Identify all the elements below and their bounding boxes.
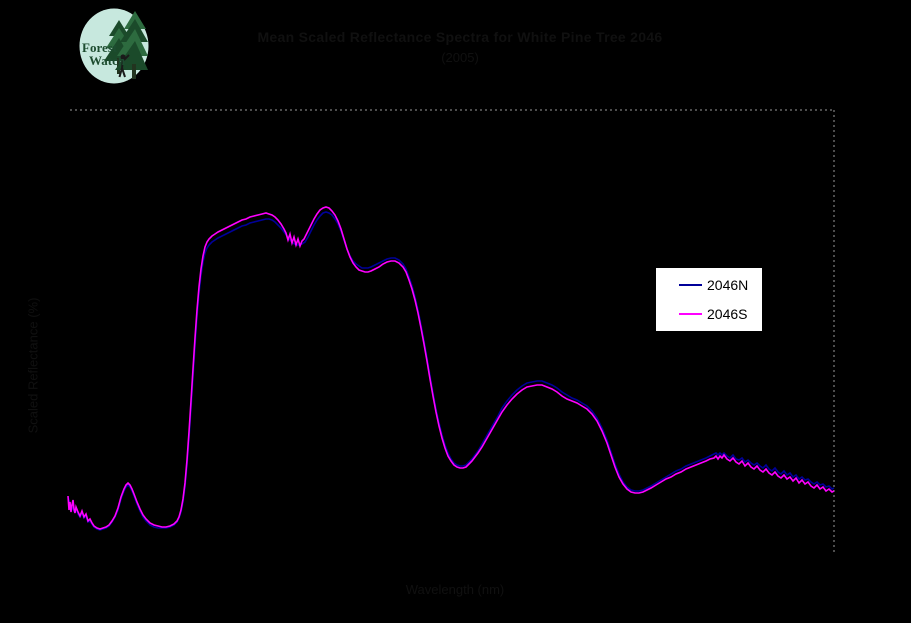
legend-label-2046s: 2046S [707,307,747,321]
series-line-2046n [68,212,834,530]
y-axis-label: Scaled Reflectance (%) [26,286,41,446]
legend-box: 2046N 2046S [655,267,763,332]
legend-item-2046s: 2046S [656,307,762,321]
chart-page: Forest Watch Mean Scaled Reflectance Spe… [0,0,911,623]
series-line-2046s [68,207,834,529]
plot-svg [0,0,911,623]
legend-label-2046n: 2046N [707,278,748,292]
legend-item-2046n: 2046N [656,278,762,292]
legend-line-sample-2046n [679,284,702,286]
x-axis-label: Wavelength (nm) [55,582,855,597]
legend-line-sample-2046s [679,313,702,315]
